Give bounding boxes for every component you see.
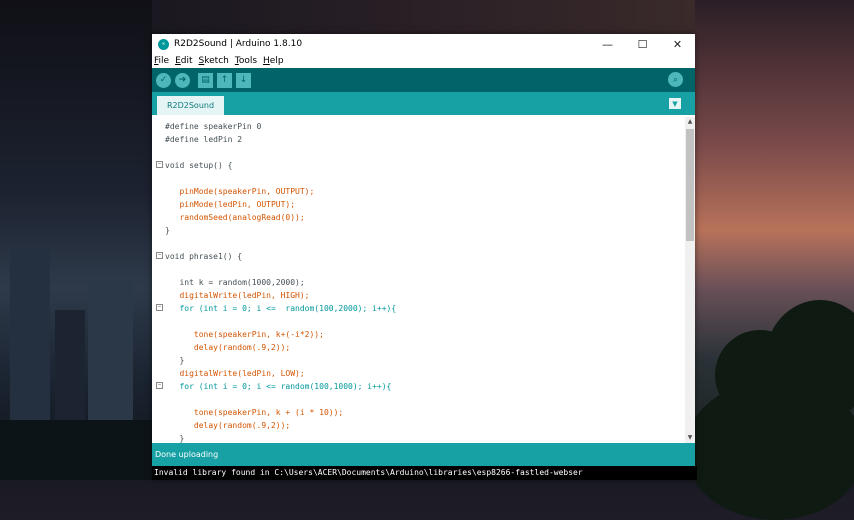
magnifier-icon: ⌕: [672, 74, 679, 85]
menu-file[interactable]: File: [154, 56, 169, 66]
menu-sketch[interactable]: Sketch: [199, 56, 229, 66]
close-button[interactable]: ✕: [660, 38, 695, 51]
code-line-8: randomSeed(analogRead(0));: [165, 213, 305, 222]
chevron-down-icon: ▼: [672, 99, 678, 108]
fold-toggle-for1[interactable]: −: [156, 304, 163, 311]
arrow-up-icon: ↑: [220, 75, 229, 85]
code-line-24: delay(random(.9,2));: [165, 421, 291, 430]
tab-menu-button[interactable]: ▼: [669, 98, 681, 109]
arduino-logo-icon: ∞: [158, 38, 169, 50]
new-sketch-button[interactable]: ▤: [198, 72, 213, 88]
arrow-right-icon: ➜: [178, 75, 187, 85]
check-icon: ✓: [159, 75, 168, 85]
menu-edit[interactable]: Edit: [175, 56, 192, 66]
save-button[interactable]: ↓: [236, 72, 251, 88]
code-line-15: for (int i = 0; i <= random(100,2000); i…: [165, 304, 397, 313]
code-line-18: delay(random(.9,2));: [165, 343, 291, 352]
verify-button[interactable]: ✓: [156, 72, 171, 88]
new-file-icon: ▤: [201, 75, 210, 85]
code-line-17: tone(speakerPin, k+(-i*2));: [165, 330, 324, 339]
fold-toggle-setup[interactable]: −: [156, 161, 163, 168]
scroll-up-icon[interactable]: ▲: [685, 117, 695, 127]
code-line-13: int k = random(1000,2000);: [165, 278, 305, 287]
code-line-9: }: [165, 226, 170, 235]
code-line-4: void setup() {: [165, 161, 233, 170]
code-line-6: pinMode(speakerPin, OUTPUT);: [165, 187, 315, 196]
menu-help[interactable]: Help: [263, 56, 284, 66]
open-button[interactable]: ↑: [217, 72, 232, 88]
code-text: #define speakerPin 0 #define ledPin 2 void…: [165, 120, 396, 443]
code-line-2: #define ledPin 2: [165, 135, 243, 144]
scrollbar-thumb[interactable]: [686, 129, 694, 241]
menu-bar: File Edit Sketch Tools Help: [152, 54, 695, 68]
arrow-down-icon: ↓: [239, 75, 248, 85]
scroll-down-icon[interactable]: ▼: [685, 433, 695, 443]
code-line-20: digitalWrite(ledPin, LOW);: [165, 369, 305, 378]
console-output: Invalid library found in C:\Users\ACER\D…: [152, 466, 697, 480]
title-bar: ∞ R2D2Sound | Arduino 1.8.10 — ☐ ✕: [152, 34, 695, 54]
code-line-21: for (int i = 0; i <= random(100,1000); i…: [165, 382, 392, 391]
maximize-button[interactable]: ☐: [625, 38, 660, 51]
vertical-scrollbar[interactable]: ▲ ▼: [685, 117, 695, 443]
minimize-button[interactable]: —: [590, 38, 625, 51]
code-line-23: tone(speakerPin, k + (i * 10));: [165, 408, 344, 417]
code-line-14: digitalWrite(ledPin, HIGH);: [165, 291, 310, 300]
arduino-window: ∞ R2D2Sound | Arduino 1.8.10 — ☐ ✕ File …: [152, 34, 697, 480]
wallpaper-right: [685, 0, 854, 520]
tab-r2d2sound[interactable]: R2D2Sound: [157, 96, 224, 115]
fold-toggle-for2[interactable]: −: [156, 382, 163, 389]
code-line-25: }: [165, 434, 185, 443]
status-bar: Done uploading: [152, 443, 695, 466]
menu-tools[interactable]: Tools: [235, 56, 257, 66]
wallpaper-top: [152, 0, 695, 34]
window-title: R2D2Sound | Arduino 1.8.10: [174, 39, 303, 49]
code-line-19: }: [165, 356, 185, 365]
tab-bar: R2D2Sound ▼: [152, 92, 695, 115]
fold-toggle-phrase1[interactable]: −: [156, 252, 163, 259]
wallpaper-left: [0, 0, 152, 480]
serial-monitor-button[interactable]: ⌕: [668, 72, 683, 87]
toolbar: ✓ ➜ ▤ ↑ ↓ ⌕: [152, 68, 695, 92]
code-line-11: void phrase1() {: [165, 252, 243, 261]
code-editor[interactable]: − − − − #define speakerPin 0 #define ledP…: [152, 117, 695, 443]
code-line-1: #define speakerPin 0: [165, 122, 262, 131]
code-line-7: pinMode(ledPin, OUTPUT);: [165, 200, 296, 209]
upload-button[interactable]: ➜: [175, 72, 190, 88]
